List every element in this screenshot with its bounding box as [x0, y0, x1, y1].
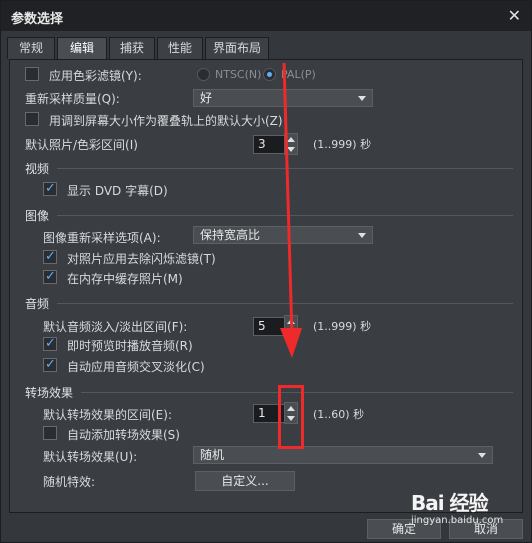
fit-overlay-label: 用调到屏幕大小作为覆叠轨上的默认大小(Z): [49, 114, 283, 128]
video-section-title: 视频: [25, 162, 50, 176]
photo-interval-input[interactable]: 3: [253, 135, 287, 154]
transition-section-title: 转场效果: [25, 386, 74, 400]
color-filter-checkbox[interactable]: [25, 67, 39, 81]
divider: [57, 303, 513, 304]
fit-overlay-checkbox[interactable]: [25, 112, 39, 126]
photo-interval-stepper[interactable]: [284, 133, 298, 155]
tab-capture[interactable]: 捕获: [109, 37, 155, 59]
image-resample-select[interactable]: 保持宽高比: [193, 226, 373, 244]
cache-photos-label: 在内存中缓存照片(M): [67, 272, 183, 286]
preview-audio-label: 即时预览时播放音频(R): [67, 339, 193, 353]
default-transition-select[interactable]: 随机: [193, 446, 493, 464]
resample-quality-label: 重新采样质量(Q):: [25, 92, 120, 106]
auto-add-transition-checkbox[interactable]: [43, 426, 57, 440]
divider: [57, 215, 513, 216]
audio-section-title: 音频: [25, 297, 50, 311]
tab-interface-layout[interactable]: 界面布局: [205, 37, 269, 59]
color-filter-label: 应用色彩滤镜(Y):: [49, 69, 142, 83]
pal-radio[interactable]: [263, 68, 276, 81]
photo-interval-label: 默认照片/色彩区间(I): [25, 138, 138, 152]
random-effects-label: 随机特效:: [43, 475, 96, 489]
audio-fade-label: 默认音频淡入/淡出区间(F):: [43, 320, 188, 334]
baidu-watermark: Bai 经验 jingyan.baidu.com: [411, 485, 529, 531]
deflicker-label: 对照片应用去除闪烁滤镜(T): [67, 252, 216, 266]
cache-photos-checkbox[interactable]: [43, 269, 57, 284]
chevron-down-icon: [358, 96, 366, 101]
transition-duration-range: (1..60) 秒: [313, 408, 365, 421]
audio-fade-range: (1..999) 秒: [313, 320, 372, 333]
preferences-dialog: 参数选择 ✕ 常规 编辑 捕获 性能 界面布局 应用色彩滤镜(Y): NTSC(…: [0, 0, 532, 543]
customize-button[interactable]: 自定义...: [195, 471, 295, 491]
default-transition-label: 默认转场效果(U):: [43, 450, 138, 464]
chevron-down-icon: [358, 233, 366, 238]
ntsc-radio[interactable]: [197, 68, 210, 81]
arrow-up-icon[interactable]: [287, 319, 295, 324]
divider: [57, 168, 513, 169]
preview-audio-checkbox[interactable]: [43, 336, 57, 351]
tab-edit[interactable]: 编辑: [57, 37, 107, 59]
tab-performance[interactable]: 性能: [157, 37, 203, 59]
audio-fade-input[interactable]: 5: [253, 317, 287, 336]
resample-quality-value: 好: [200, 91, 213, 105]
image-resample-label: 图像重新采样选项(A):: [43, 231, 161, 245]
ntsc-label: NTSC(N): [215, 68, 262, 81]
window-title: 参数选择: [11, 12, 64, 27]
audio-fade-stepper[interactable]: [284, 315, 298, 337]
chevron-down-icon: [478, 453, 486, 458]
annotation-highlight-box: [278, 385, 304, 449]
image-resample-value: 保持宽高比: [200, 228, 261, 242]
resample-quality-select[interactable]: 好: [193, 89, 373, 107]
default-transition-value: 随机: [200, 448, 225, 462]
arrow-up-icon[interactable]: [287, 137, 295, 142]
watermark-logo: Bai 经验: [411, 491, 489, 515]
photo-interval-range: (1..999) 秒: [313, 138, 372, 151]
transition-duration-label: 默认转场效果的区间(E):: [43, 408, 172, 422]
pal-label: PAL(P): [281, 68, 316, 81]
dvd-subtitle-checkbox[interactable]: [43, 181, 57, 196]
audio-crossfade-checkbox[interactable]: [43, 357, 57, 372]
close-icon[interactable]: ✕: [508, 6, 521, 25]
auto-add-transition-label: 自动添加转场效果(S): [67, 428, 180, 442]
dvd-subtitle-label: 显示 DVD 字幕(D): [67, 184, 168, 198]
audio-crossfade-label: 自动应用音频交叉淡化(C): [67, 360, 205, 374]
watermark-url: jingyan.baidu.com: [411, 515, 504, 526]
arrow-down-icon[interactable]: [287, 329, 295, 334]
tab-general[interactable]: 常规: [7, 37, 55, 59]
title-bar: 参数选择 ✕: [1, 1, 531, 31]
deflicker-checkbox[interactable]: [43, 249, 57, 264]
arrow-down-icon[interactable]: [287, 147, 295, 152]
image-section-title: 图像: [25, 209, 50, 223]
